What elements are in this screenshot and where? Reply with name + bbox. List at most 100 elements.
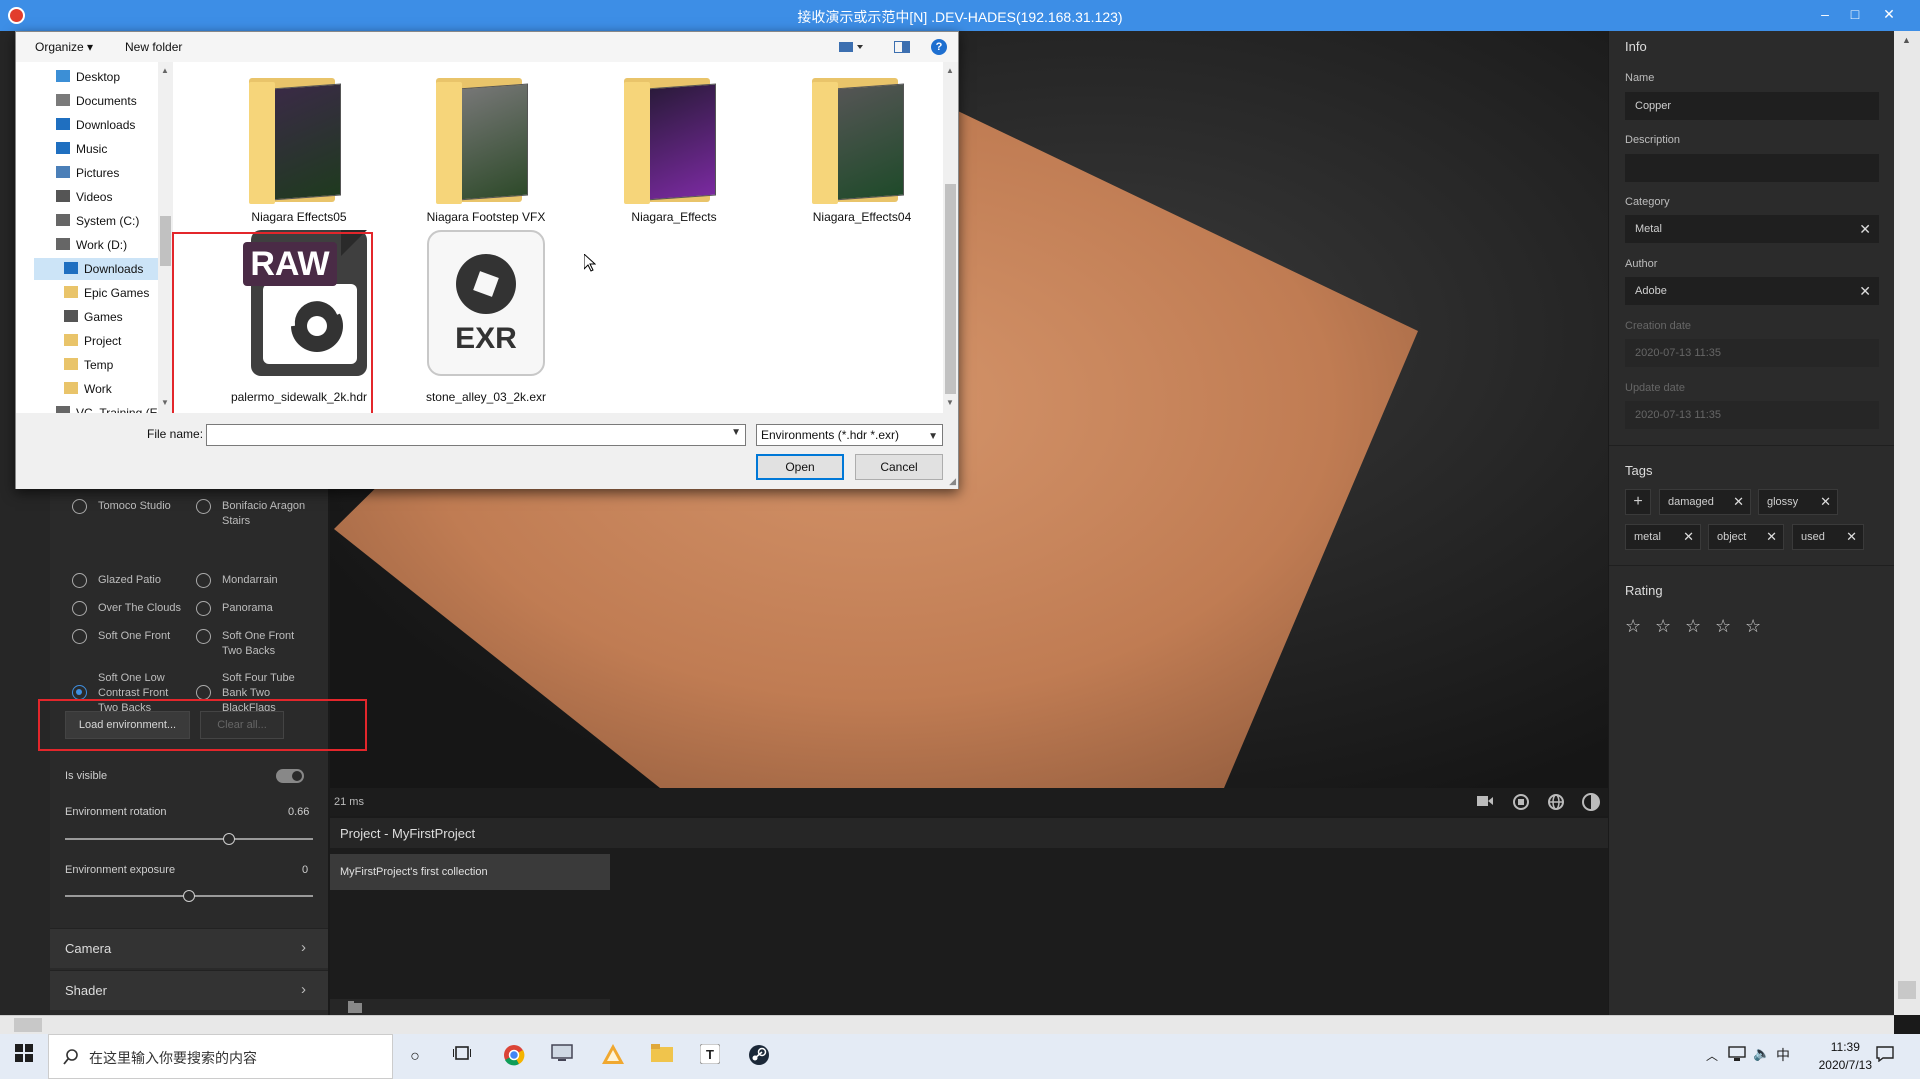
nav-item-vc-training-e[interactable]: VC_Training (E:: [56, 402, 161, 413]
remove-tag-icon[interactable]: ✕: [1846, 525, 1857, 549]
nav-item-music[interactable]: Music: [56, 138, 107, 160]
minimize-button[interactable]: –: [1812, 3, 1838, 25]
view-options-icon[interactable]: [839, 41, 865, 56]
preview-pane-icon[interactable]: [893, 40, 911, 56]
radio-icon[interactable]: [72, 573, 87, 588]
scroll-down-icon[interactable]: ▼: [946, 398, 954, 407]
new-folder-button[interactable]: New folder: [125, 40, 182, 54]
folder-item[interactable]: Niagara_Effects: [594, 74, 754, 224]
nav-item-project[interactable]: Project: [64, 330, 121, 352]
help-icon[interactable]: ?: [931, 39, 947, 55]
substance-app-icon[interactable]: [600, 1044, 626, 1070]
env-option-panorama[interactable]: Panorama: [196, 601, 316, 616]
rotate-object-icon[interactable]: [1512, 793, 1530, 811]
remove-tag-icon[interactable]: ✕: [1733, 490, 1744, 514]
open-button[interactable]: Open: [756, 454, 844, 480]
windows-start-icon[interactable]: [11, 1044, 37, 1070]
clear-author-icon[interactable]: ✕: [1859, 277, 1871, 305]
star-icon[interactable]: ☆: [1715, 616, 1731, 637]
file-type-select[interactable]: Environments (*.hdr *.exr) ▼: [756, 424, 943, 446]
radio-icon[interactable]: [72, 629, 87, 644]
scroll-thumb[interactable]: [160, 216, 171, 266]
nav-item-system-c[interactable]: System (C:): [56, 210, 139, 232]
horizontal-scrollbar[interactable]: [0, 1015, 1894, 1034]
material-sphere-icon[interactable]: [1582, 793, 1600, 811]
clear-category-icon[interactable]: ✕: [1859, 215, 1871, 243]
radio-icon[interactable]: [196, 685, 211, 700]
nav-item-work-d[interactable]: Work (D:): [56, 234, 127, 256]
resize-grip-icon[interactable]: ◢: [949, 476, 956, 487]
scroll-up-icon[interactable]: ▲: [1902, 35, 1911, 45]
organize-menu[interactable]: Organize ▾: [35, 40, 93, 54]
files-scrollbar[interactable]: ▲ ▼: [943, 62, 958, 413]
star-icon[interactable]: ☆: [1625, 616, 1641, 637]
nav-item-desktop[interactable]: Desktop: [56, 66, 120, 88]
typora-icon[interactable]: T: [697, 1043, 723, 1070]
env-option-soft-one-front[interactable]: Soft One Front: [72, 629, 182, 644]
scroll-thumb[interactable]: [14, 1018, 42, 1032]
nav-item-work[interactable]: Work: [64, 378, 112, 400]
radio-icon[interactable]: [196, 499, 211, 514]
nav-item-videos[interactable]: Videos: [56, 186, 112, 208]
radio-checked-icon[interactable]: [72, 685, 87, 700]
radio-icon[interactable]: [196, 601, 211, 616]
env-exposure-slider-knob[interactable]: [183, 890, 195, 902]
folder-item[interactable]: Niagara_Effects04: [782, 74, 942, 224]
radio-icon[interactable]: [72, 499, 87, 514]
star-icon[interactable]: ☆: [1655, 616, 1671, 637]
show-hidden-icons[interactable]: ︿: [1706, 1047, 1718, 1064]
remove-tag-icon[interactable]: ✕: [1820, 490, 1831, 514]
file-name-input[interactable]: ▼: [206, 424, 746, 446]
star-icon[interactable]: ☆: [1685, 616, 1701, 637]
volume-icon[interactable]: 🔈: [1753, 1045, 1770, 1062]
exr-file-item[interactable]: EXR stone_alley_03_2k.exr: [406, 230, 566, 404]
star-icon[interactable]: ☆: [1745, 616, 1761, 637]
taskbar-clock[interactable]: 11:39 2020/7/13: [1819, 1038, 1872, 1074]
tag-chip[interactable]: used ✕: [1792, 524, 1864, 550]
is-visible-toggle[interactable]: [276, 769, 304, 783]
nav-item-epic-games[interactable]: Epic Games: [64, 282, 149, 304]
maximize-button[interactable]: □: [1842, 3, 1868, 25]
camera-section[interactable]: Camera ›: [50, 928, 328, 968]
shader-section[interactable]: Shader ›: [50, 970, 328, 1010]
env-option-soft-one-front-two-backs[interactable]: Soft One Front Two Backs: [196, 629, 316, 659]
scroll-down-icon[interactable]: ▼: [161, 398, 169, 407]
new-folder-icon[interactable]: [348, 1001, 362, 1013]
env-rotation-track[interactable]: [65, 838, 313, 840]
env-option-glazed-patio[interactable]: Glazed Patio: [72, 573, 182, 588]
radio-icon[interactable]: [196, 629, 211, 644]
add-tag-button[interactable]: +: [1625, 489, 1651, 515]
taskbar-search-box[interactable]: 在这里输入你要搜索的内容: [48, 1034, 393, 1079]
nav-item-pictures[interactable]: Pictures: [56, 162, 119, 184]
cancel-button[interactable]: Cancel: [855, 454, 943, 480]
nav-item-downloads[interactable]: Downloads: [56, 114, 135, 136]
nav-item-documents[interactable]: Documents: [56, 90, 137, 112]
remove-tag-icon[interactable]: ✕: [1683, 525, 1694, 549]
scroll-up-icon[interactable]: ▲: [161, 66, 169, 75]
chevron-down-icon[interactable]: ▼: [731, 427, 741, 438]
scroll-up-icon[interactable]: ▲: [946, 66, 954, 75]
scroll-thumb[interactable]: [1898, 981, 1916, 999]
remove-tag-icon[interactable]: ✕: [1766, 525, 1777, 549]
category-field[interactable]: Metal ✕: [1625, 215, 1879, 243]
nav-item-temp[interactable]: Temp: [64, 354, 113, 376]
tag-chip[interactable]: metal ✕: [1625, 524, 1701, 550]
radio-icon[interactable]: [196, 573, 211, 588]
task-view-icon[interactable]: [449, 1044, 475, 1070]
ime-indicator[interactable]: 中: [1776, 1045, 1790, 1065]
env-option-tomoco-studio[interactable]: Tomoco Studio: [72, 499, 182, 514]
tag-chip[interactable]: glossy ✕: [1758, 489, 1838, 515]
tag-chip[interactable]: object ✕: [1708, 524, 1784, 550]
folder-item[interactable]: Niagara Footstep VFX: [406, 74, 566, 224]
network-icon[interactable]: [1728, 1046, 1746, 1065]
globe-icon[interactable]: [1547, 793, 1565, 811]
scroll-thumb[interactable]: [945, 184, 956, 394]
author-field[interactable]: Adobe ✕: [1625, 277, 1879, 305]
cortana-icon[interactable]: ○: [402, 1044, 428, 1070]
env-option-over-the-clouds[interactable]: Over The Clouds: [72, 601, 182, 616]
steam-icon[interactable]: [746, 1044, 772, 1070]
vertical-scrollbar[interactable]: ▲: [1894, 31, 1920, 1015]
description-field[interactable]: [1625, 154, 1879, 182]
close-button[interactable]: ✕: [1876, 3, 1902, 25]
nav-item-downloads[interactable]: Downloads: [34, 258, 172, 280]
